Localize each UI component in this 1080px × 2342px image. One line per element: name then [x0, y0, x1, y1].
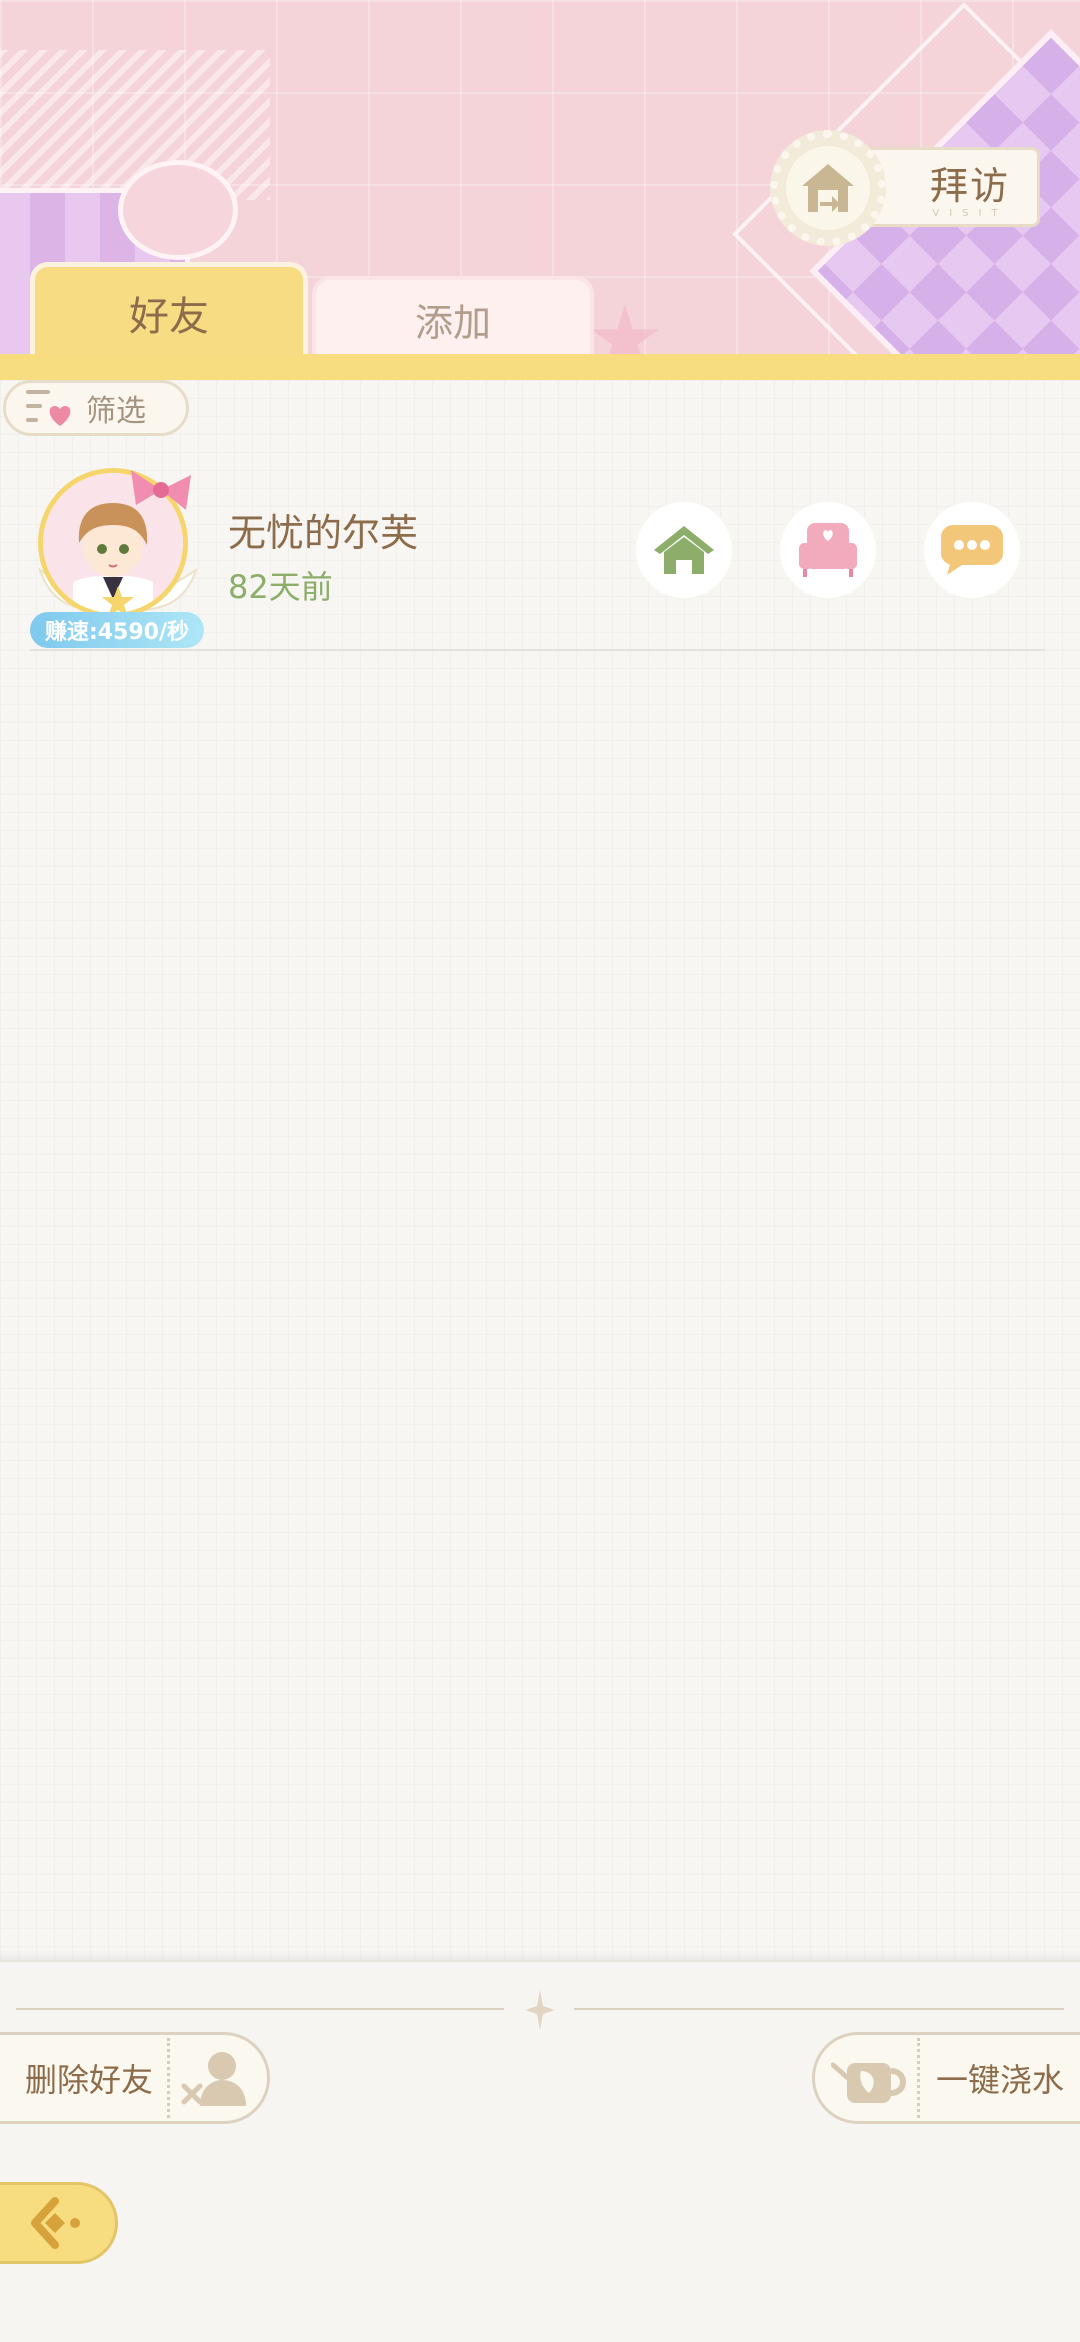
watering-can-icon — [831, 2047, 911, 2109]
filter-heart-icon — [24, 386, 76, 430]
back-arrow-icon — [29, 2195, 89, 2251]
delete-friend-button[interactable]: 删除好友 — [0, 2032, 270, 2124]
bottom-divider-right — [574, 2008, 1064, 2010]
water-all-label: 一键浇水 — [936, 2061, 1065, 2099]
delete-friend-label: 删除好友 — [25, 2061, 154, 2099]
house-icon — [652, 522, 716, 578]
delete-friend-separator — [167, 2038, 171, 2118]
house-return-icon — [786, 146, 870, 230]
friend-last-seen: 82天前 — [228, 568, 333, 606]
back-button[interactable] — [0, 2182, 118, 2264]
filter-button[interactable]: 筛选 — [3, 380, 189, 436]
chat-bubble-icon — [939, 521, 1005, 579]
visit-home-button[interactable] — [636, 502, 732, 598]
row-divider — [30, 649, 1045, 651]
water-all-separator — [917, 2038, 920, 2118]
visit-button-sublabel: VISIT — [932, 208, 1008, 219]
water-all-button[interactable]: 一键浇水 — [812, 2032, 1080, 2124]
tab-add-label: 添加 — [414, 300, 491, 345]
visit-button[interactable]: 拜访 VISIT — [860, 147, 1040, 227]
remove-user-icon — [180, 2046, 250, 2110]
friend-name: 无忧的尔芙 — [228, 511, 419, 555]
sofa-icon — [795, 519, 861, 581]
tab-friends-label: 好友 — [129, 293, 209, 340]
tab-add[interactable]: 添加 — [312, 276, 594, 358]
tab-friends[interactable]: 好友 — [30, 262, 308, 358]
pink-bow-decoration — [131, 470, 191, 510]
visit-icon-badge[interactable] — [770, 130, 886, 246]
speed-badge: 赚速:4590/秒 — [30, 612, 204, 648]
visit-button-label: 拜访 — [929, 164, 1010, 208]
avatar[interactable] — [30, 460, 206, 636]
chat-button[interactable] — [924, 502, 1020, 598]
filter-label: 筛选 — [86, 394, 146, 429]
header-cloud-decoration — [118, 160, 238, 260]
tab-underline-band — [0, 354, 1080, 380]
bottom-divider-left — [16, 2008, 504, 2010]
furniture-button[interactable] — [780, 502, 876, 598]
